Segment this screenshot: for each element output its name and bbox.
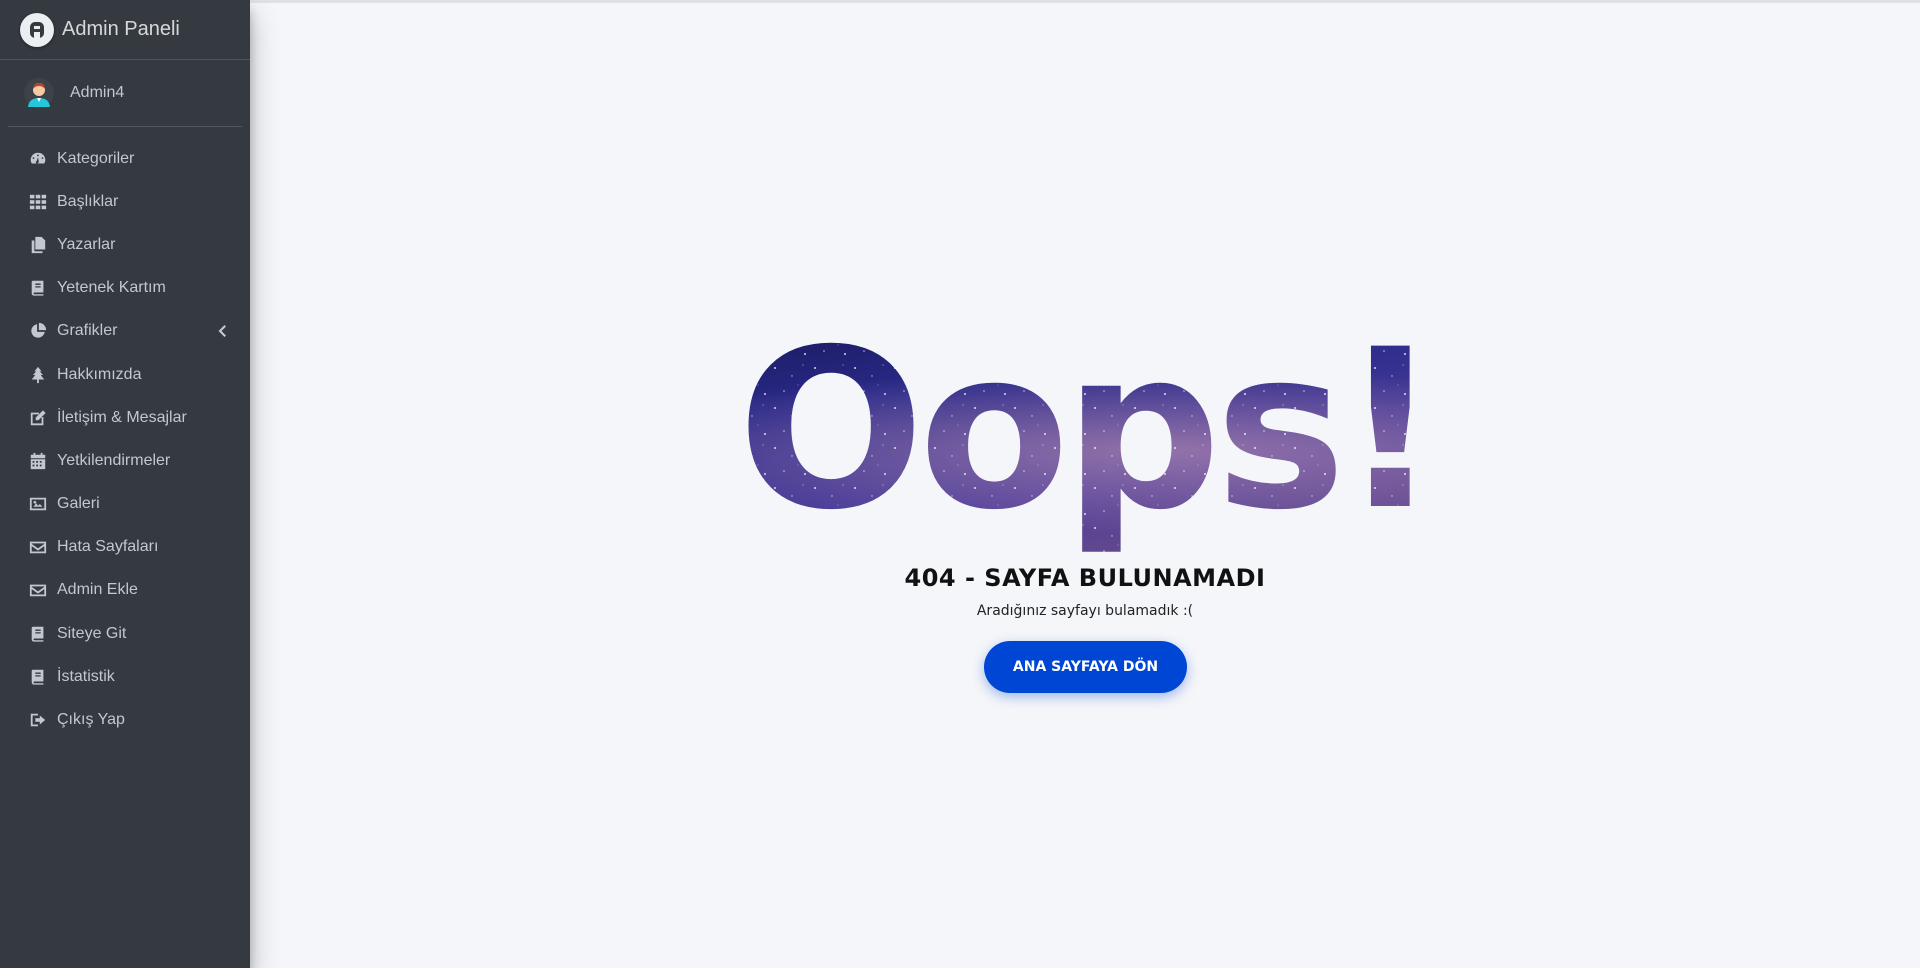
- envelope-icon: [28, 580, 48, 600]
- grid-icon: [28, 192, 48, 212]
- chart-pie-icon: [28, 321, 48, 341]
- sidebar-item-label: Kategoriler: [57, 149, 135, 167]
- sidebar-item-label: Hata Sayfaları: [57, 538, 159, 556]
- sidebar-item-label: Başlıklar: [57, 192, 119, 210]
- avatar: [24, 78, 54, 108]
- tachometer-icon: [28, 149, 48, 169]
- sidebar: Admin Paneli Admin4 Kategoriler Başlıkla…: [0, 0, 250, 968]
- book-icon: [28, 667, 48, 687]
- image-icon: [28, 494, 48, 514]
- sidebar-nav: Kategoriler Başlıklar Yazarlar Yetenek K…: [0, 137, 250, 742]
- sidebar-item-hakkimizda[interactable]: Hakkımızda: [0, 353, 250, 396]
- sidebar-item-yazarlar[interactable]: Yazarlar: [0, 223, 250, 266]
- sidebar-item-label: Yazarlar: [57, 235, 116, 253]
- error-message: Aradığınız sayfayı bulamadık :(: [976, 603, 1194, 619]
- sidebar-item-label: Siteye Git: [57, 624, 127, 642]
- sidebar-item-label: İletişim & Mesajlar: [57, 408, 187, 426]
- sidebar-item-yetenek-kartim[interactable]: Yetenek Kartım: [0, 267, 250, 310]
- sidebar-item-label: Çıkış Yap: [57, 711, 125, 729]
- brand-logo-icon: [20, 12, 54, 47]
- sidebar-item-label: Hakkımızda: [57, 365, 142, 383]
- user-name: Admin4: [70, 84, 125, 101]
- calendar-icon: [28, 451, 48, 471]
- book-icon: [28, 278, 48, 298]
- brand-title: Admin Paneli: [62, 18, 180, 40]
- sidebar-item-label: Galeri: [57, 495, 100, 513]
- sidebar-item-hata-sayfalari[interactable]: Hata Sayfaları: [0, 526, 250, 569]
- book-icon: [28, 624, 48, 644]
- sidebar-item-istatistik[interactable]: İstatistik: [0, 655, 250, 698]
- error-code-title: 404 - SAYFA BULUNAMADI: [904, 564, 1266, 592]
- sidebar-item-cikis-yap[interactable]: Çıkış Yap: [0, 698, 250, 741]
- sidebar-item-iletisim-mesajlar[interactable]: İletişim & Mesajlar: [0, 396, 250, 439]
- tree-icon: [28, 365, 48, 385]
- back-home-button[interactable]: ANA SAYFAYA DÖN: [984, 641, 1187, 693]
- sidebar-item-label: Yetenek Kartım: [57, 279, 166, 297]
- sidebar-item-label: Admin Ekle: [57, 581, 138, 599]
- sidebar-item-label: Grafikler: [57, 322, 118, 340]
- sidebar-item-yetkilendirmeler[interactable]: Yetkilendirmeler: [0, 439, 250, 482]
- sign-out-icon: [28, 710, 48, 730]
- envelope-icon: [28, 537, 48, 557]
- brand-link[interactable]: Admin Paneli: [0, 0, 250, 60]
- sidebar-item-kategoriler[interactable]: Kategoriler: [0, 137, 250, 180]
- main-content: Oops! 404 - SAYFA BULUNAMADI Aradığınız …: [250, 3, 1920, 968]
- user-panel[interactable]: Admin4: [8, 60, 242, 127]
- copy-icon: [28, 235, 48, 255]
- edit-icon: [28, 408, 48, 428]
- sidebar-item-siteye-git[interactable]: Siteye Git: [0, 612, 250, 655]
- sidebar-item-basliklar[interactable]: Başlıklar: [0, 180, 250, 223]
- oops-headline: Oops!: [250, 321, 1920, 557]
- sidebar-item-galeri[interactable]: Galeri: [0, 483, 250, 526]
- chevron-left-icon[interactable]: [216, 324, 228, 338]
- sidebar-item-admin-ekle[interactable]: Admin Ekle: [0, 569, 250, 612]
- sidebar-item-label: İstatistik: [57, 667, 115, 685]
- sidebar-item-grafikler[interactable]: Grafikler: [0, 310, 250, 353]
- sidebar-item-label: Yetkilendirmeler: [57, 451, 171, 469]
